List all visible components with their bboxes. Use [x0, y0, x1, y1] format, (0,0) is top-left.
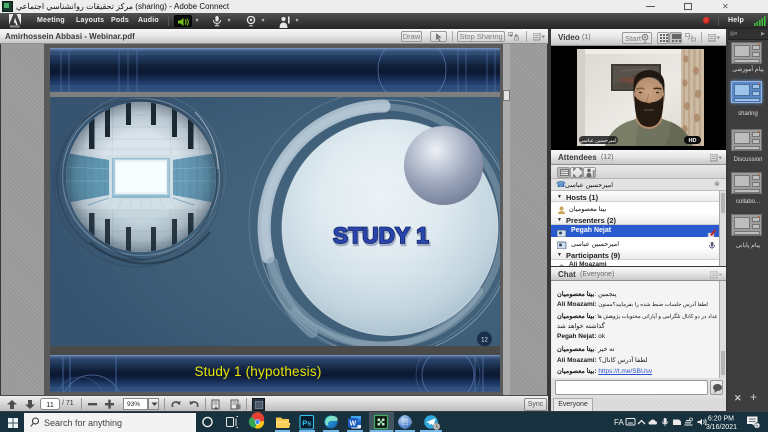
svg-text:Ps: Ps [302, 419, 311, 428]
svg-text:5: 5 [756, 424, 759, 430]
svg-text:HD: HD [689, 138, 697, 144]
svg-text:6:20 PM: 6:20 PM [708, 416, 734, 423]
svg-text:3/16/2021: 3/16/2021 [706, 424, 737, 431]
svg-text:W: W [349, 421, 356, 428]
svg-text:امیرحسین عباسی: امیرحسین عباسی [580, 138, 617, 144]
svg-text:Adobe: Adobe [10, 25, 20, 29]
svg-text:STUDY 1: STUDY 1 [333, 223, 429, 248]
svg-text:FA: FA [614, 418, 624, 427]
svg-text:12: 12 [481, 338, 488, 344]
